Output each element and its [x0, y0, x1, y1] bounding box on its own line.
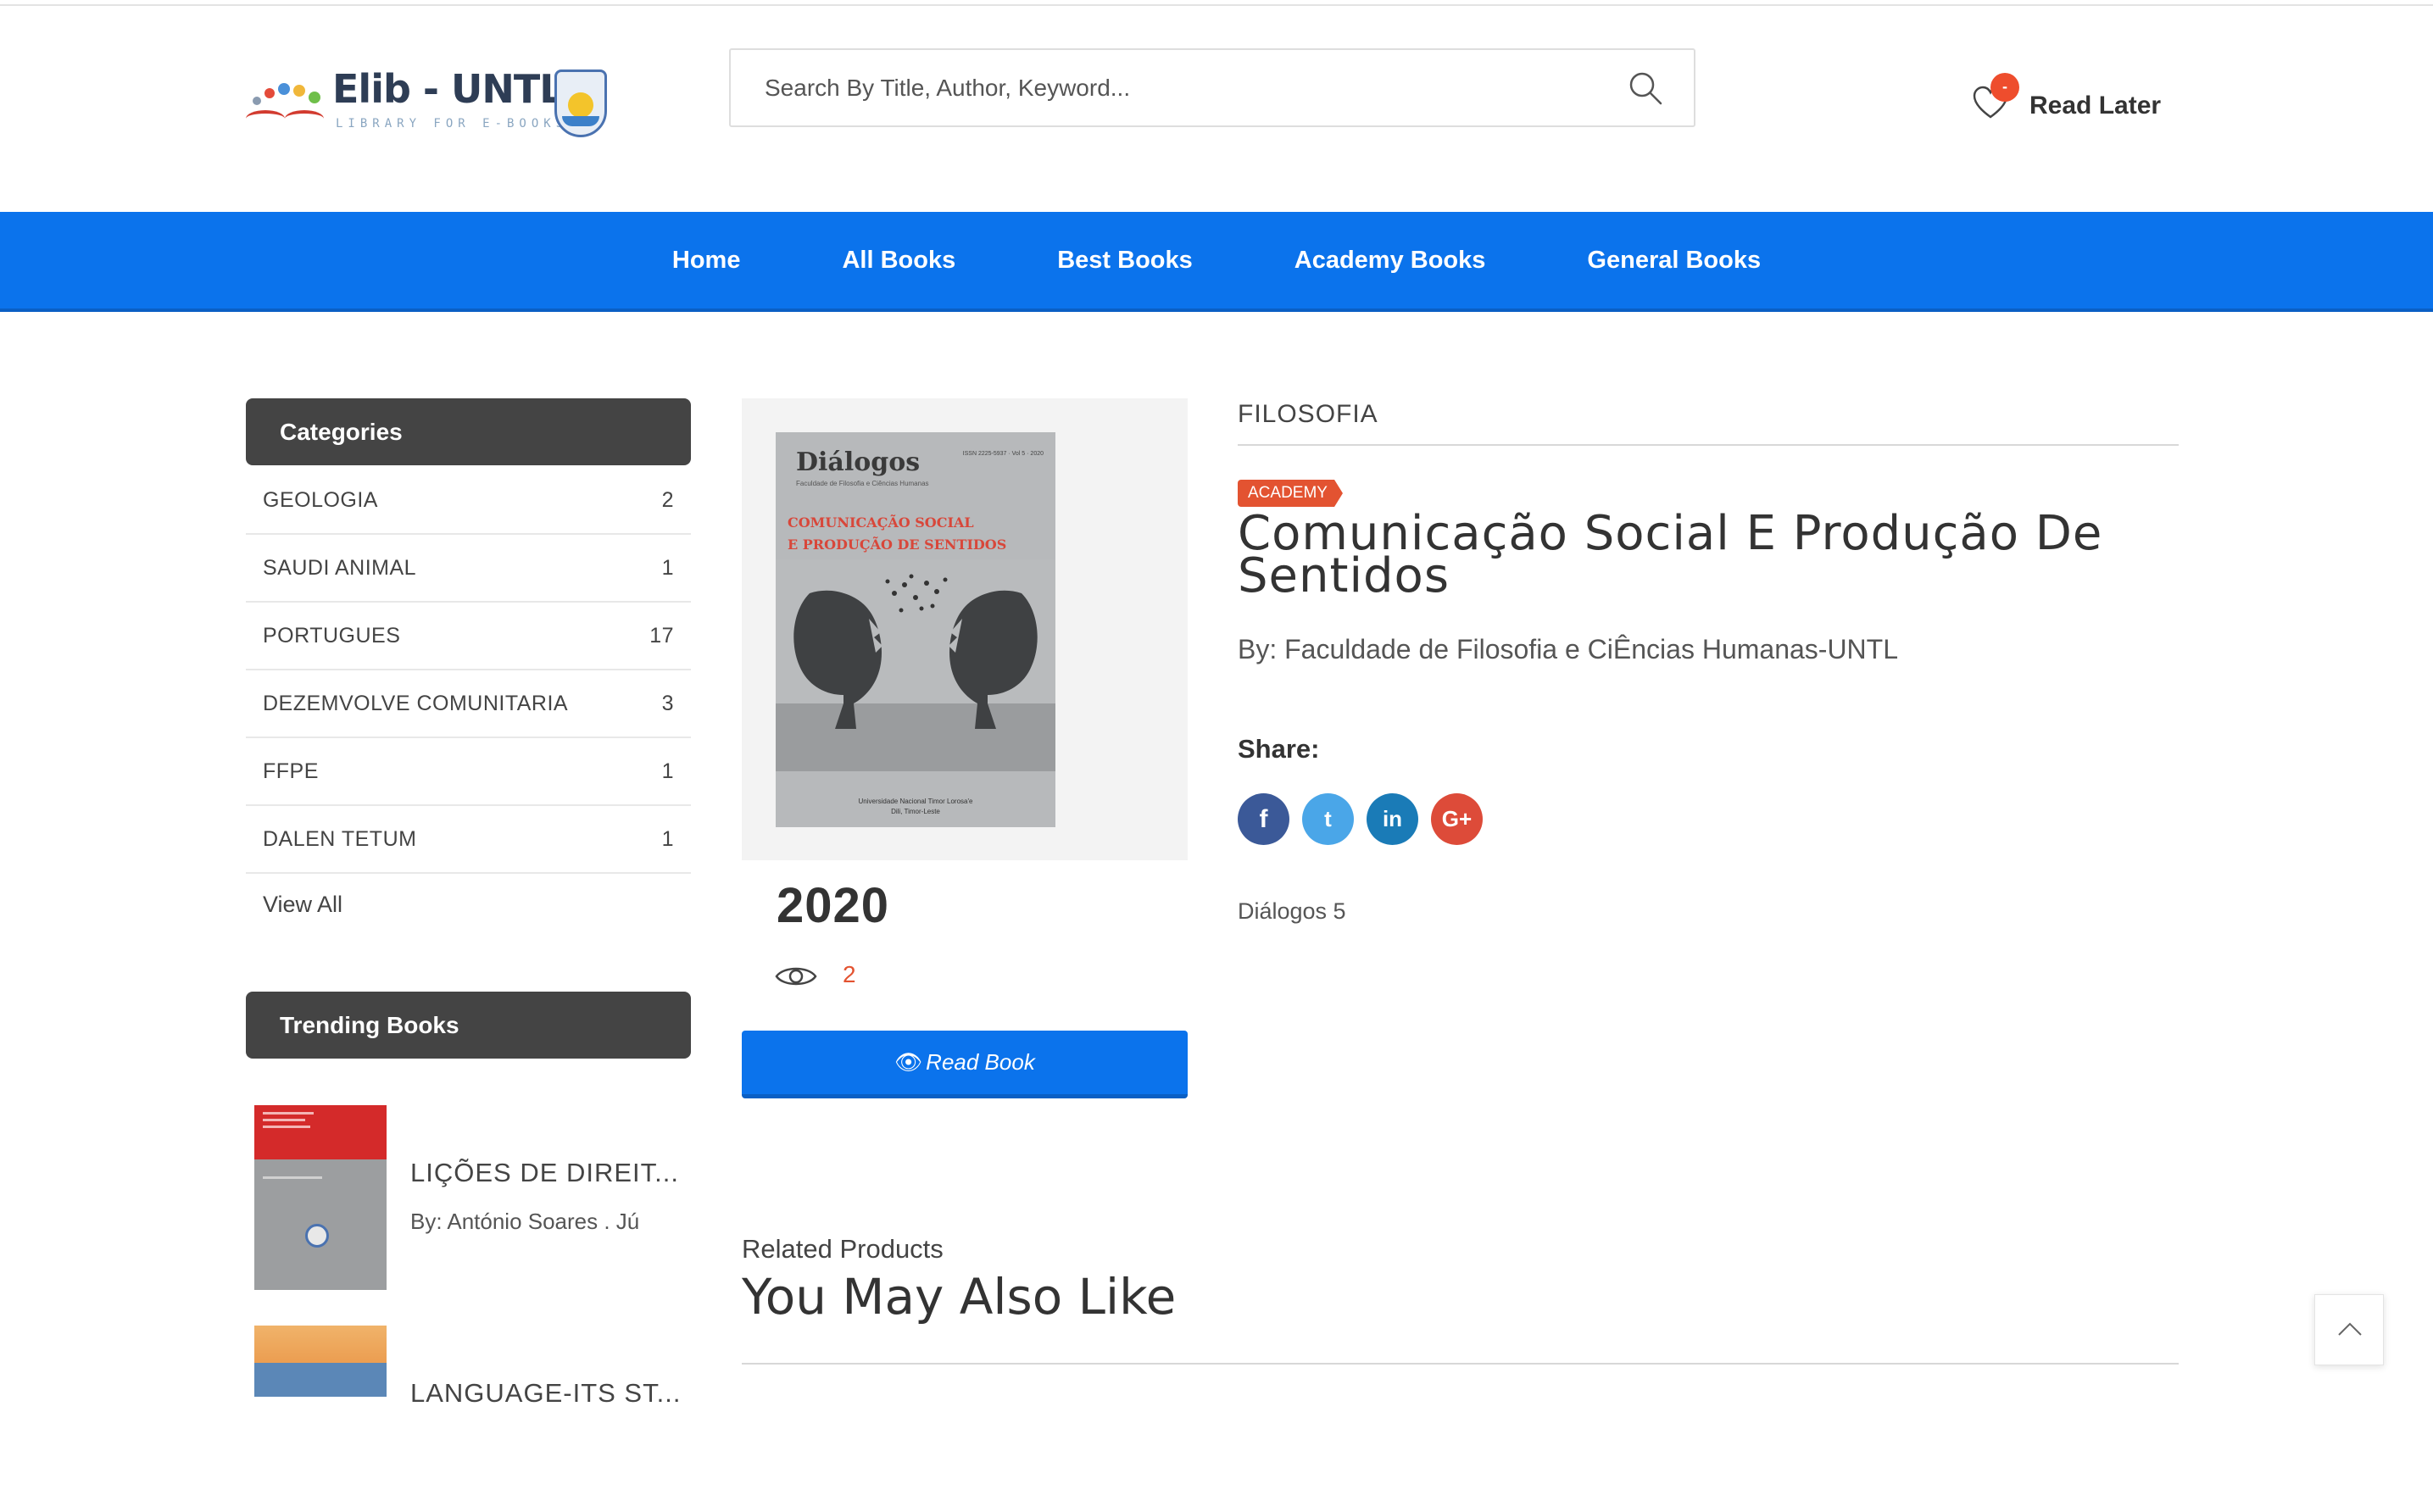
book-author: By: Faculdade de Filosofia e CiÊncias Hu…	[1238, 634, 1898, 664]
search-input[interactable]	[765, 50, 1578, 125]
read-later-count-badge: -	[1990, 73, 2019, 102]
arrow-up-icon	[2338, 1322, 2362, 1336]
category-count: 1	[661, 555, 674, 580]
top-border	[0, 0, 2433, 6]
nav-item-home[interactable]: Home	[621, 212, 792, 309]
category-item[interactable]: FFPE 1	[246, 738, 691, 806]
share-label: Share:	[1238, 734, 1320, 764]
category-tag-badge: ACADEMY	[1238, 480, 1343, 507]
categories-heading: Categories	[246, 398, 691, 465]
logo-subtitle: LIBRARY FOR E-BOOKS	[336, 117, 569, 131]
trending-book-item[interactable]: LANGUAGE-ITS ST...	[254, 1326, 691, 1512]
facebook-share-icon[interactable]: f	[1238, 793, 1289, 845]
logo-dots-graphic	[248, 80, 324, 110]
nav-item-academy-books[interactable]: Academy Books	[1244, 212, 1537, 309]
category-count: 3	[661, 691, 674, 715]
trending-book-item[interactable]: LIÇÕES DE DIREIT... By: António Soares .…	[254, 1105, 691, 1292]
trending-books-heading: Trending Books	[246, 992, 691, 1059]
cover-issn: ISSN 2225-5937 · Vol 5 · 2020	[962, 451, 1044, 457]
category-name: SAUDI ANIMAL	[263, 555, 417, 580]
linkedin-share-icon[interactable]: in	[1367, 793, 1418, 845]
divider	[1238, 444, 2179, 446]
nav-item-best-books[interactable]: Best Books	[1006, 212, 1244, 309]
category-name: DEZEMVOLVE COMUNITARIA	[263, 691, 569, 715]
read-book-button[interactable]: 👁 Read Book	[742, 1031, 1188, 1098]
view-count-number: 2	[843, 961, 856, 987]
back-to-top-button[interactable]	[2314, 1294, 2384, 1365]
cover-red-title: COMUNICAÇÃO SOCIAL E PRODUÇÃO DE SENTIDO…	[788, 514, 1007, 553]
logo-title: Elib - UNTL	[332, 66, 565, 112]
search-icon[interactable]	[1628, 70, 1663, 106]
related-products-subtitle: Related Products	[742, 1234, 944, 1264]
nav-item-all-books[interactable]: All Books	[791, 212, 1006, 309]
category-name: DALEN TETUM	[263, 826, 417, 851]
category-count: 2	[661, 487, 674, 512]
category-item[interactable]: DALEN TETUM 1	[246, 806, 691, 874]
trending-book-title: LIÇÕES DE DIREIT...	[410, 1158, 680, 1187]
publication-year: 2020	[777, 878, 890, 933]
logo-book-graphic	[246, 110, 327, 129]
category-item[interactable]: GEOLOGIA 2	[246, 467, 691, 535]
read-later-label: Read Later	[2029, 92, 2162, 120]
trending-book-title: LANGUAGE-ITS ST...	[410, 1378, 682, 1408]
read-later-button[interactable]: - Read Later	[1972, 73, 2162, 132]
eye-icon: 👁	[894, 1049, 923, 1075]
logo-seal-icon	[554, 69, 607, 137]
category-count: 1	[661, 826, 674, 851]
book-cover-image[interactable]: Diálogos Faculdade de Filosofia e Ciênci…	[776, 432, 1055, 827]
twitter-share-icon[interactable]: t	[1302, 793, 1354, 845]
cover-trees-illustration	[776, 559, 1055, 771]
book-title: Comunicação Social E Produção De Sentido…	[1238, 506, 2103, 603]
cover-subtitle: Faculdade de Filosofia e Ciências Humana…	[796, 480, 929, 487]
trending-book-cover	[254, 1105, 387, 1290]
view-all-categories-link[interactable]: View All	[263, 892, 342, 918]
category-count: 1	[661, 759, 674, 783]
search-box	[729, 48, 1695, 127]
category-breadcrumb[interactable]: FILOSOFIA	[1238, 400, 1378, 429]
read-book-label: Read Book	[926, 1049, 1035, 1075]
cover-footer: Universidade Nacional Timor Lorosa'e Dil…	[858, 798, 973, 815]
cover-title: Diálogos	[796, 447, 921, 477]
eye-icon	[775, 967, 817, 986]
category-name: PORTUGUES	[263, 623, 401, 648]
divider	[742, 1363, 2179, 1365]
category-count: 17	[649, 623, 674, 648]
site-logo[interactable]: Elib - UNTL LIBRARY FOR E-BOOKS	[244, 64, 614, 142]
main-nav-bar: Home All Books Best Books Academy Books …	[0, 212, 2433, 312]
category-name: FFPE	[263, 759, 319, 783]
book-image-panel: Diálogos Faculdade de Filosofia e Ciênci…	[742, 398, 1188, 860]
trending-book-cover	[254, 1326, 387, 1510]
trending-book-author: By: António Soares . Jú	[410, 1209, 640, 1234]
category-item[interactable]: SAUDI ANIMAL 1	[246, 535, 691, 603]
category-list: GEOLOGIA 2 SAUDI ANIMAL 1 PORTUGUES 17 D…	[246, 467, 691, 874]
category-item[interactable]: DEZEMVOLVE COMUNITARIA 3	[246, 670, 691, 738]
google-plus-share-icon[interactable]: G+	[1431, 793, 1483, 845]
nav-item-general-books[interactable]: General Books	[1536, 212, 1812, 309]
related-products-title: You May Also Like	[742, 1268, 1177, 1326]
category-name: GEOLOGIA	[263, 487, 378, 512]
book-description: Diálogos 5	[1238, 898, 1346, 924]
category-item[interactable]: PORTUGUES 17	[246, 603, 691, 670]
